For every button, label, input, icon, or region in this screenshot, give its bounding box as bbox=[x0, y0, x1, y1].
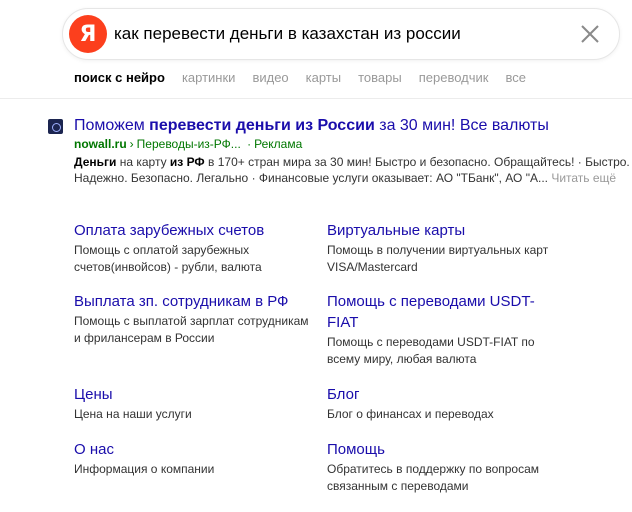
sitelink-desc: Блог о финансах и переводах bbox=[327, 407, 494, 421]
ad-path-link[interactable]: Переводы-из-РФ... bbox=[137, 137, 241, 151]
sitelink-prices: Цены Цена на наши услуги bbox=[74, 384, 314, 423]
search-tabs: поиск с нейро картинки видео карты товар… bbox=[74, 70, 543, 90]
sitelink-desc: Помощь в получении виртуальных карт VISA… bbox=[327, 243, 549, 274]
ad-label-separator: · bbox=[247, 137, 252, 151]
sitelink-title[interactable]: О нас bbox=[74, 439, 314, 460]
sitelink-salaries: Выплата зп. сотрудникам в РФ Помощь с вы… bbox=[74, 291, 314, 347]
sitelink-title[interactable]: Выплата зп. сотрудникам в РФ bbox=[74, 291, 314, 312]
ad-title-part: за 30 мин! Все валюты bbox=[374, 117, 549, 134]
yandex-logo[interactable]: Я bbox=[69, 15, 107, 53]
search-bar: Я bbox=[62, 8, 620, 60]
sitelink-title[interactable]: Оплата зарубежных счетов bbox=[74, 220, 314, 241]
sitelink-title[interactable]: Цены bbox=[74, 384, 314, 405]
sitelink-title[interactable]: Помощь с переводами USDT-FIAT bbox=[327, 291, 562, 333]
sitelink-desc: Обратитесь в поддержку по вопросам связа… bbox=[327, 462, 540, 493]
tab-products[interactable]: товары bbox=[358, 70, 402, 90]
search-input[interactable] bbox=[114, 22, 574, 46]
desc-highlight: Деньги bbox=[74, 155, 117, 169]
tab-video[interactable]: видео bbox=[252, 70, 288, 90]
desc-highlight: из РФ bbox=[169, 155, 205, 169]
clear-icon[interactable] bbox=[579, 23, 601, 45]
sitelink-title[interactable]: Виртуальные карты bbox=[327, 220, 567, 241]
tab-all[interactable]: все bbox=[505, 70, 526, 90]
sitelink-desc: Помощь с оплатой зарубежных счетов(инвой… bbox=[74, 243, 262, 274]
breadcrumb-separator-icon: › bbox=[129, 137, 134, 151]
sitelink-usdt: Помощь с переводами USDT-FIAT Помощь с п… bbox=[327, 291, 562, 368]
sitelink-desc: Помощь с переводами USDT-FIAT по всему м… bbox=[327, 335, 535, 366]
tab-maps[interactable]: карты bbox=[306, 70, 341, 90]
ad-url: nowall.ru › Переводы-из-РФ... · Реклама bbox=[74, 137, 302, 151]
tab-neuro-search[interactable]: поиск с нейро bbox=[74, 70, 165, 90]
sitelink-about: О нас Информация о компании bbox=[74, 439, 314, 478]
tab-images[interactable]: картинки bbox=[182, 70, 236, 90]
ad-title-part: Поможем bbox=[74, 117, 150, 134]
sitelink-desc: Помощь с выплатой зарплат сотрудникам и … bbox=[74, 314, 309, 345]
read-more-link[interactable]: Читать ещё bbox=[551, 171, 616, 185]
sitelink-help: Помощь Обратитесь в поддержку по вопроса… bbox=[327, 439, 567, 495]
divider bbox=[0, 98, 632, 99]
sitelink-blog: Блог Блог о финансах и переводах bbox=[327, 384, 567, 423]
ad-label: Реклама bbox=[254, 137, 303, 151]
sitelink-title[interactable]: Помощь bbox=[327, 439, 567, 460]
sitelink-desc: Информация о компании bbox=[74, 462, 215, 476]
tab-translator[interactable]: переводчик bbox=[419, 70, 489, 90]
ad-description: Деньги на карту из РФ в 170+ стран мира … bbox=[74, 154, 632, 186]
ad-title-highlight: перевести деньги из России bbox=[149, 117, 375, 134]
desc-text: на карту bbox=[116, 155, 170, 169]
sitelink-virtual-cards: Виртуальные карты Помощь в получении вир… bbox=[327, 220, 567, 276]
sitelink-desc: Цена на наши услуги bbox=[74, 407, 192, 421]
sitelink-title[interactable]: Блог bbox=[327, 384, 567, 405]
ad-title-link[interactable]: Поможем перевести деньги из России за 30… bbox=[74, 117, 549, 135]
sitelink-invoices: Оплата зарубежных счетов Помощь с оплато… bbox=[74, 220, 314, 276]
site-favicon-icon bbox=[48, 119, 63, 134]
ad-domain-link[interactable]: nowall.ru bbox=[74, 137, 127, 151]
